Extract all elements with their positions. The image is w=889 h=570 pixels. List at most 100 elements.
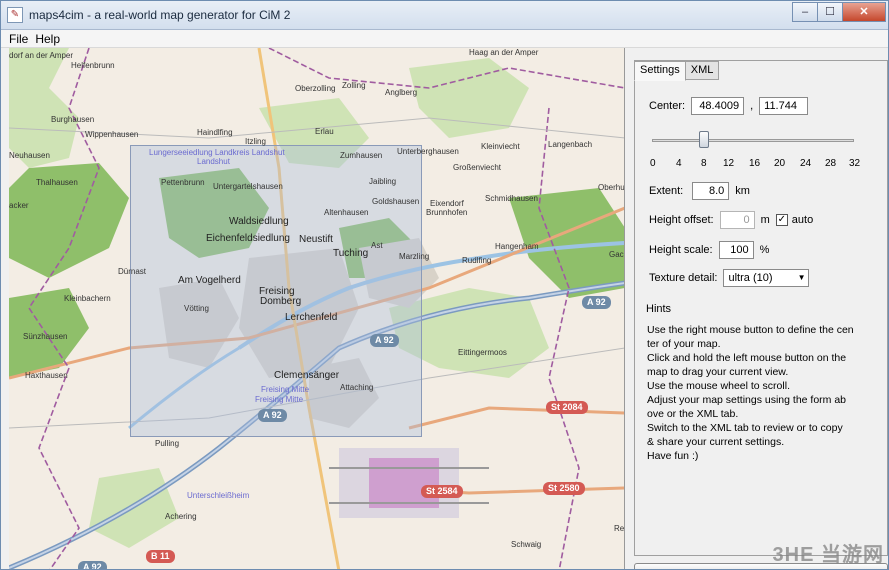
menu-file[interactable]: File xyxy=(1,30,31,46)
road-shield: St 2580 xyxy=(543,482,585,495)
window-title: maps4cim - a real-world map generator fo… xyxy=(29,8,291,22)
map-label: Altenhausen xyxy=(324,208,369,217)
map-label: Re xyxy=(614,524,625,533)
map-label: Itzling xyxy=(245,137,266,146)
map-label: Anglberg xyxy=(385,88,418,97)
map-label: Goldshausen xyxy=(372,197,420,206)
hint-line: Switch to the XML tab to review or to co… xyxy=(647,422,843,434)
map-label-transit: Landshut xyxy=(197,157,230,166)
map-label: Attaching xyxy=(340,383,374,392)
zoom-tick-label: 20 xyxy=(774,158,786,169)
zoom-tick-label: 24 xyxy=(800,158,812,169)
height-offset-label: Height offset: xyxy=(649,214,714,226)
height-scale-field[interactable]: 100 xyxy=(718,241,754,259)
road-shield: A 92 xyxy=(370,334,399,347)
zoom-tick-label: 0 xyxy=(650,158,656,169)
watermark: 3HE 当游网 xyxy=(772,544,884,566)
app-window: ✎ maps4cim - a real-world map generator … xyxy=(0,0,889,570)
road-shield: St 2584 xyxy=(421,485,463,498)
extent-field[interactable]: 8.0 xyxy=(692,182,730,200)
center-label: Center: xyxy=(649,100,686,112)
map-label: Tuching xyxy=(333,248,369,259)
app-icon: ✎ xyxy=(7,7,23,23)
road-shield: B 11 xyxy=(146,550,175,563)
map-label: Erlau xyxy=(315,127,334,136)
texture-label: Texture detail: xyxy=(649,272,718,284)
zoom-tick-label: 4 xyxy=(676,158,682,169)
map-label-transit: Freising Mitte xyxy=(261,385,310,394)
tab-settings[interactable]: Settings xyxy=(634,61,686,81)
height-offset-row: Height offset: 0 m ✓ auto xyxy=(649,211,813,229)
map-label: Neuhausen xyxy=(9,151,50,160)
height-scale-row: Height scale: 100 % xyxy=(649,241,769,259)
map-label: Domberg xyxy=(260,296,302,307)
center-lon-field[interactable]: 11.744 xyxy=(759,97,809,115)
chevron-down-icon: ▼ xyxy=(797,273,806,282)
center-row: Center: 48.4009 , 11.744 xyxy=(649,97,809,115)
hints-title: Hints xyxy=(646,303,672,315)
zoom-tick-label: 32 xyxy=(849,158,861,169)
zoom-slider-thumb[interactable] xyxy=(699,131,709,148)
zoom-tick-label: 16 xyxy=(749,158,761,169)
road-shield: A 92 xyxy=(258,409,287,422)
map-label: Vötting xyxy=(184,304,209,313)
hint-line: Use the mouse wheel to scroll. xyxy=(647,380,790,392)
extent-label: Extent: xyxy=(649,185,684,197)
map-label: Brunnhofen xyxy=(426,208,468,217)
hint-line: & share your current settings. xyxy=(647,436,785,448)
tab-xml[interactable]: XML xyxy=(684,61,720,80)
zoom-tick-label: 28 xyxy=(825,158,837,169)
map-label-transit: Lungerseeiedlung Landkreis Landshut xyxy=(149,148,285,157)
texture-select[interactable]: ultra (10) ▼ xyxy=(723,269,810,287)
auto-checkbox[interactable]: ✓ xyxy=(775,214,788,226)
minimize-button[interactable]: ‒ xyxy=(792,2,818,22)
map-label: Haag an der Amper xyxy=(469,48,539,57)
map-label: Waldsiedlung xyxy=(229,216,289,227)
height-offset-field[interactable]: 0 xyxy=(719,211,755,229)
map-label: Helfenbrunn xyxy=(71,61,115,70)
height-scale-unit: % xyxy=(759,244,770,256)
height-offset-unit: m xyxy=(760,214,770,226)
hint-line: Have fun :) xyxy=(647,450,699,462)
close-button[interactable]: ✕ xyxy=(842,2,886,22)
map-label: Dürnast xyxy=(118,267,147,276)
hint-line: Use the right mouse button to define the… xyxy=(647,324,854,336)
map-label: Wippenhausen xyxy=(85,130,139,139)
map-label: Kleinbachern xyxy=(64,294,111,303)
menu-bar: File Help xyxy=(1,30,888,48)
map-label: Zolling xyxy=(342,81,366,90)
hint-line: Adjust your map settings using the form … xyxy=(647,394,847,406)
map-label: Hangenham xyxy=(495,242,539,251)
map-label: Clemensänger xyxy=(274,370,340,381)
map-view[interactable]: dorf an der Amper Helfenbrunn Oberzollin… xyxy=(9,48,625,569)
map-label: dorf an der Amper xyxy=(9,51,74,60)
map-label: Unterberghausen xyxy=(397,147,459,156)
map-label: Eittingermoos xyxy=(458,348,507,357)
menu-help[interactable]: Help xyxy=(31,30,63,46)
map-label: Burghausen xyxy=(51,115,95,124)
map-label-transit: Unterschleißheim xyxy=(187,491,250,500)
title-bar[interactable]: ✎ maps4cim - a real-world map generator … xyxy=(1,1,888,30)
center-lat-field[interactable]: 48.4009 xyxy=(691,97,745,115)
map-label: Pulling xyxy=(155,439,180,448)
road-shield: St 2084 xyxy=(546,401,588,414)
map-label: Oberhu xyxy=(598,183,625,192)
map-label: Am Vogelherd xyxy=(178,275,241,286)
zoom-slider-track[interactable] xyxy=(652,139,854,142)
hint-line: ter of your map. xyxy=(647,338,721,350)
maximize-button[interactable]: ☐ xyxy=(817,2,843,22)
tab-bar: Settings XML xyxy=(634,61,720,81)
map-label: Kleinviecht xyxy=(481,142,520,151)
auto-label: auto xyxy=(791,214,814,226)
map-label: Eichenfeldsiedlung xyxy=(206,233,290,244)
map-label: Rudlfing xyxy=(462,256,492,265)
height-scale-label: Height scale: xyxy=(649,244,713,256)
map-label: Gac xyxy=(609,250,624,259)
center-separator: , xyxy=(750,100,754,112)
map-label: Marzling xyxy=(399,252,430,261)
hint-line: Click and hold the left mouse button on … xyxy=(647,352,847,364)
extent-unit: km xyxy=(735,185,750,197)
extent-row: Extent: 8.0 km xyxy=(649,182,750,200)
map-label: Untergartelshausen xyxy=(213,182,283,191)
zoom-tick-label: 8 xyxy=(701,158,707,169)
